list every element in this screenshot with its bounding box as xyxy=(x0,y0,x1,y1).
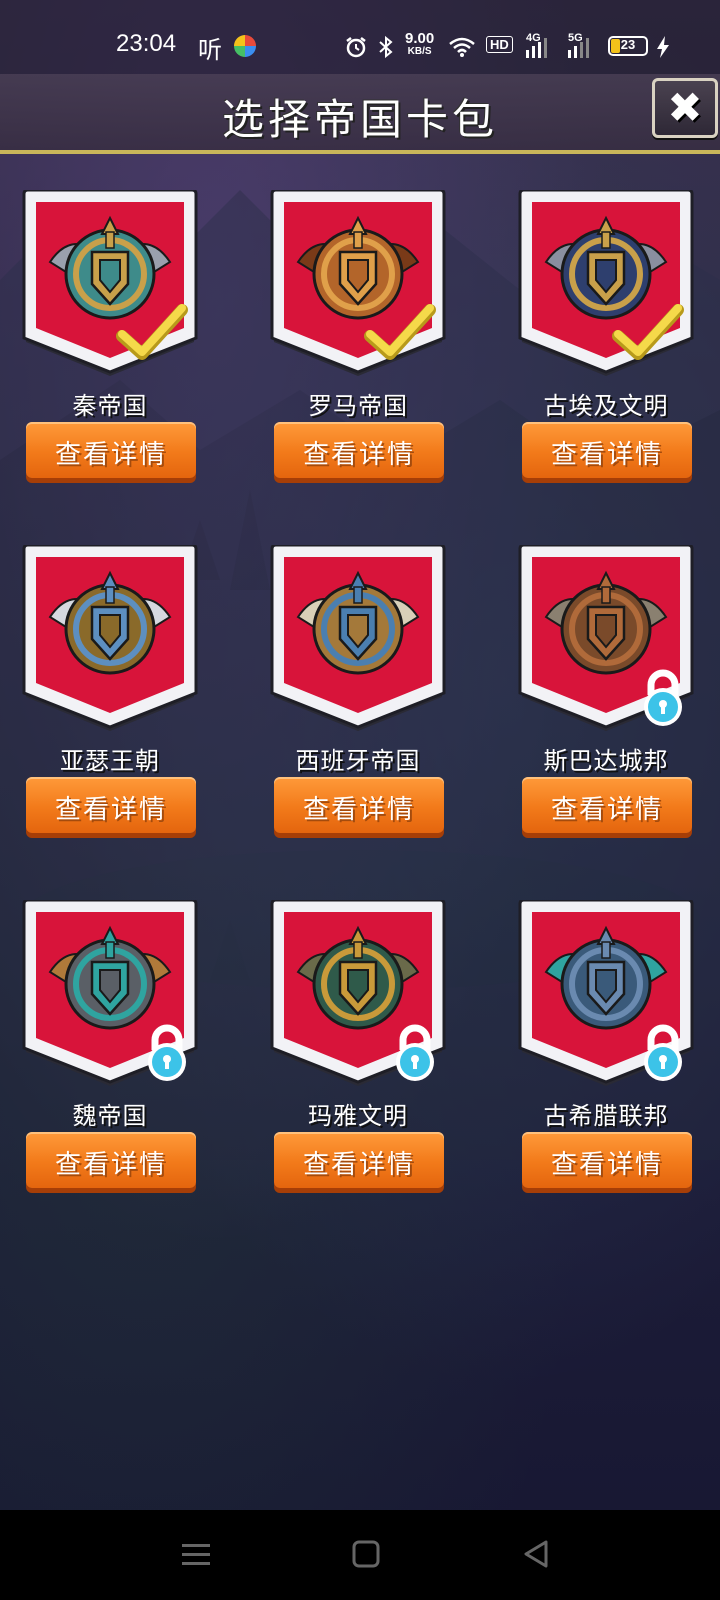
view-details-label: 查看详情 xyxy=(550,440,663,470)
status-time: 23:04 xyxy=(116,30,177,57)
page-header: 选择帝国卡包 xyxy=(0,74,720,154)
net-speed: 9.00 KB/S xyxy=(405,30,435,57)
empire-card[interactable]: 魏帝国 查看详情 xyxy=(0,900,200,1210)
empire-name: 玛雅文明 xyxy=(308,1102,408,1130)
empire-card[interactable]: 亚瑟王朝 查看详情 xyxy=(0,545,200,855)
view-details-button[interactable]: 查看详情 xyxy=(274,1132,444,1188)
alarm-icon xyxy=(346,37,366,58)
view-details-button[interactable]: 查看详情 xyxy=(26,777,196,833)
lock-icon xyxy=(644,1024,682,1081)
empire-name: 古希腊联邦 xyxy=(543,1102,669,1130)
view-details-label: 查看详情 xyxy=(302,440,415,470)
back-icon[interactable] xyxy=(518,1538,554,1572)
check-icon xyxy=(116,304,188,360)
empire-card[interactable]: 斯巴达城邦 查看详情 xyxy=(496,545,696,855)
close-icon: ✖ xyxy=(667,83,703,132)
view-details-button[interactable]: 查看详情 xyxy=(522,422,692,478)
view-details-button[interactable]: 查看详情 xyxy=(26,1132,196,1188)
wifi-icon xyxy=(449,37,475,57)
view-details-label: 查看详情 xyxy=(54,440,167,470)
view-details-button[interactable]: 查看详情 xyxy=(522,1132,692,1188)
view-details-label: 查看详情 xyxy=(550,795,663,825)
empire-card[interactable]: 古希腊联邦 查看详情 xyxy=(496,900,696,1210)
view-details-button[interactable]: 查看详情 xyxy=(274,777,444,833)
view-details-label: 查看详情 xyxy=(54,795,167,825)
status-bar: 23:04 听 9.00 KB/S HD 4G 5G 23 xyxy=(0,0,720,74)
empire-name: 古埃及文明 xyxy=(543,392,669,420)
empire-name: 罗马帝国 xyxy=(308,392,408,420)
signal-icon xyxy=(526,38,547,58)
status-listen-label: 听 xyxy=(198,36,222,64)
check-icon xyxy=(364,304,436,360)
empire-name: 魏帝国 xyxy=(72,1102,148,1130)
empire-name: 斯巴达城邦 xyxy=(543,747,669,775)
menu-icon[interactable] xyxy=(178,1538,214,1572)
view-details-label: 查看详情 xyxy=(54,1150,167,1180)
empire-card[interactable]: 罗马帝国 查看详情 xyxy=(248,190,448,500)
close-button[interactable]: ✖ xyxy=(652,78,718,138)
charging-icon xyxy=(657,36,669,58)
view-details-button[interactable]: 查看详情 xyxy=(26,422,196,478)
app-notification-icon xyxy=(234,35,256,57)
spain-emblem xyxy=(296,570,420,675)
lock-icon xyxy=(396,1024,434,1081)
empire-name: 亚瑟王朝 xyxy=(60,747,160,775)
page-title: 选择帝国卡包 xyxy=(221,95,498,144)
battery-icon: 23 xyxy=(608,36,648,56)
arthur-emblem xyxy=(48,570,172,675)
system-nav-bar xyxy=(0,1510,720,1600)
signal-icon xyxy=(568,38,589,58)
view-details-button[interactable]: 查看详情 xyxy=(522,777,692,833)
empire-name: 秦帝国 xyxy=(72,392,148,420)
view-details-label: 查看详情 xyxy=(302,1150,415,1180)
bluetooth-icon xyxy=(379,35,393,59)
empire-card[interactable]: 古埃及文明 查看详情 xyxy=(496,190,696,500)
view-details-label: 查看详情 xyxy=(550,1150,663,1180)
lock-icon xyxy=(148,1024,186,1081)
check-icon xyxy=(612,304,684,360)
empire-card[interactable]: 玛雅文明 查看详情 xyxy=(248,900,448,1210)
view-details-label: 查看详情 xyxy=(302,795,415,825)
view-details-button[interactable]: 查看详情 xyxy=(274,422,444,478)
hd-badge: HD xyxy=(486,36,513,53)
lock-icon xyxy=(644,669,682,726)
empire-card[interactable]: 秦帝国 查看详情 xyxy=(0,190,200,500)
empire-card[interactable]: 西班牙帝国 查看详情 xyxy=(248,545,448,855)
empire-name: 西班牙帝国 xyxy=(295,747,421,775)
home-icon[interactable] xyxy=(348,1538,384,1572)
